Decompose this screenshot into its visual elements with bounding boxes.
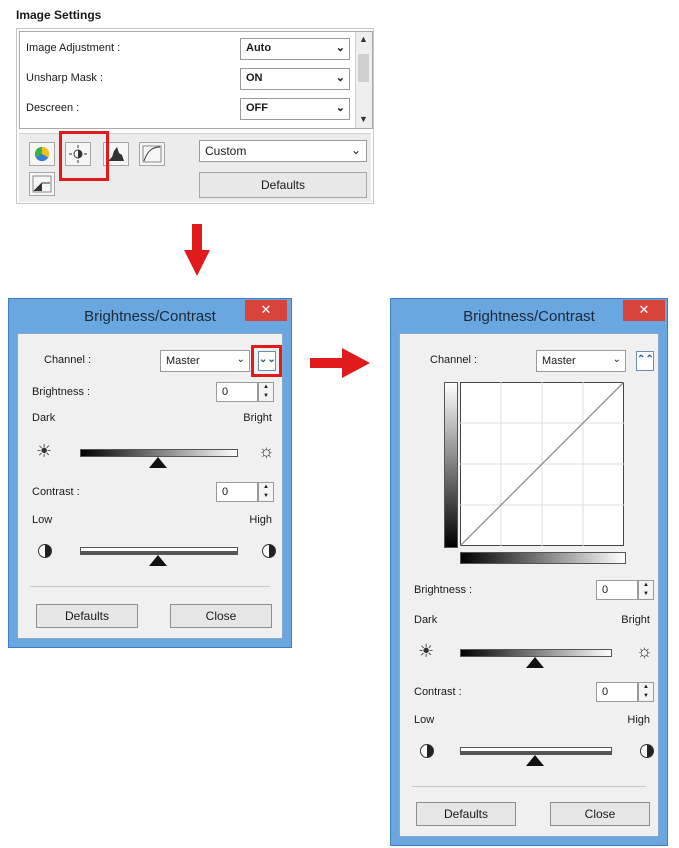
contrast-spinbox[interactable]: 0 ▲ ▼ (596, 682, 654, 702)
brightness-label: Brightness : (414, 584, 473, 596)
chevron-down-icon: ⌄ (335, 42, 345, 54)
close-icon[interactable]: ✕ (623, 300, 665, 321)
brightness-slider-track[interactable] (460, 649, 612, 657)
contrast-label: Contrast : (32, 486, 80, 498)
spin-arrows-icon[interactable]: ▲ ▼ (638, 580, 654, 600)
close-button[interactable]: Close (170, 604, 272, 628)
contrast-slider-handle[interactable] (149, 555, 167, 566)
tone-preset-select[interactable]: Custom ⌄ (199, 140, 367, 162)
bright-label: Bright (621, 614, 650, 626)
settings-list: Image Adjustment : Auto ⌄ Unsharp Mask : … (19, 31, 373, 129)
brightness-contrast-dialog-expanded: Brightness/Contrast ✕ Channel : Master ⌄ … (390, 298, 668, 846)
tone-curve-button[interactable] (139, 142, 165, 166)
double-chevron-up-icon: ⌃⌃ (637, 354, 654, 365)
high-label: High (627, 714, 650, 726)
contrast-input[interactable]: 0 (596, 682, 638, 702)
scroll-down-icon[interactable]: ▼ (359, 114, 368, 124)
brightness-spinbox[interactable]: 0 ▲ ▼ (596, 580, 654, 600)
dialog-titlebar[interactable]: Brightness/Contrast ✕ (391, 299, 667, 333)
separator (30, 586, 270, 587)
collapse-toggle-button[interactable]: ⌃⌃ (636, 351, 654, 371)
threshold-button[interactable] (29, 172, 55, 196)
threshold-icon (32, 175, 52, 193)
descreen-row: Descreen : OFF ⌄ (20, 96, 354, 122)
chevron-down-icon: ⌄ (612, 354, 621, 365)
settings-scrollbar[interactable]: ▲ ▼ (355, 32, 372, 128)
brightness-contrast-dialog: Brightness/Contrast ✕ Channel : Master ⌄ … (8, 298, 292, 648)
chevron-down-icon: ⌄ (350, 143, 361, 157)
tone-curve-icon (142, 145, 162, 163)
brightness-spinbox[interactable]: 0 ▲ ▼ (216, 382, 274, 402)
image-adjustment-label: Image Adjustment : (26, 42, 121, 54)
close-icon[interactable]: ✕ (245, 300, 287, 321)
horizontal-tone-bar (460, 552, 626, 564)
image-adjustment-select[interactable]: Auto ⌄ (240, 38, 350, 60)
brightness-input[interactable]: 0 (596, 580, 638, 600)
low-label: Low (414, 714, 435, 726)
color-wheel-icon (34, 146, 50, 162)
close-button[interactable]: Close (550, 802, 650, 826)
brightness-label: Brightness : (32, 386, 91, 398)
unsharp-mask-label: Unsharp Mask : (26, 72, 104, 84)
contrast-high-icon (640, 744, 654, 758)
contrast-spinbox[interactable]: 0 ▲ ▼ (216, 482, 274, 502)
image-adjustment-row: Image Adjustment : Auto ⌄ (20, 36, 354, 62)
settings-defaults-button[interactable]: Defaults (199, 172, 367, 198)
spin-arrows-icon[interactable]: ▲ ▼ (258, 382, 274, 402)
image-settings-title: Image Settings (16, 8, 102, 22)
contrast-input[interactable]: 0 (216, 482, 258, 502)
separator (412, 786, 646, 787)
low-label: Low (32, 514, 53, 526)
contrast-label: Contrast : (414, 686, 462, 698)
dialog-body: Channel : Master ⌄ ⌃⌃ Brightness : 0 ▲ ▼ D… (399, 333, 659, 837)
bright-label: Bright (243, 412, 272, 424)
spin-arrows-icon[interactable]: ▲ ▼ (258, 482, 274, 502)
descreen-label: Descreen : (26, 102, 80, 114)
chevron-down-icon: ⌄ (236, 354, 245, 365)
brightness-slider-handle[interactable] (526, 657, 544, 668)
sun-dark-icon: ☀ (418, 641, 435, 661)
contrast-low-icon (420, 744, 434, 758)
chevron-down-icon: ⌄ (335, 72, 345, 84)
contrast-slider-track[interactable] (80, 547, 238, 555)
dialog-titlebar[interactable]: Brightness/Contrast ✕ (9, 299, 291, 333)
unsharp-mask-row: Unsharp Mask : ON ⌄ (20, 66, 354, 92)
channel-select[interactable]: Master ⌄ (536, 350, 626, 372)
channel-select[interactable]: Master ⌄ (160, 350, 250, 372)
dialog-body: Channel : Master ⌄ ⌄⌄ Brightness : 0 ▲ ▼ D… (17, 333, 283, 639)
brightness-slider-handle[interactable] (149, 457, 167, 468)
contrast-slider-handle[interactable] (526, 755, 544, 766)
defaults-button[interactable]: Defaults (416, 802, 516, 826)
chevron-down-icon: ⌄ (335, 102, 345, 114)
channel-label: Channel : (44, 354, 92, 366)
scrollbar-thumb[interactable] (358, 54, 369, 82)
vertical-tone-bar (444, 382, 458, 548)
color-balance-button[interactable] (29, 142, 55, 166)
contrast-slider-track[interactable] (460, 747, 612, 755)
contrast-low-icon (38, 544, 52, 558)
defaults-button[interactable]: Defaults (36, 604, 138, 628)
highlight-expand-button (251, 345, 282, 377)
arrow-right-icon (310, 348, 370, 378)
tone-curve-graph (460, 382, 624, 546)
high-label: High (249, 514, 272, 526)
highlight-brightness-button (59, 131, 109, 181)
dark-label: Dark (414, 614, 438, 626)
arrow-down-icon (184, 224, 210, 276)
descreen-select[interactable]: OFF ⌄ (240, 98, 350, 120)
contrast-high-icon (262, 544, 276, 558)
sun-bright-icon: ☼ (258, 441, 275, 461)
sun-dark-icon: ☀ (36, 441, 53, 461)
channel-label: Channel : (430, 354, 478, 366)
scroll-up-icon[interactable]: ▲ (359, 34, 368, 44)
unsharp-mask-select[interactable]: ON ⌄ (240, 68, 350, 90)
spin-arrows-icon[interactable]: ▲ ▼ (638, 682, 654, 702)
brightness-input[interactable]: 0 (216, 382, 258, 402)
brightness-slider-track[interactable] (80, 449, 238, 457)
sun-bright-icon: ☼ (636, 641, 653, 661)
dark-label: Dark (32, 412, 56, 424)
